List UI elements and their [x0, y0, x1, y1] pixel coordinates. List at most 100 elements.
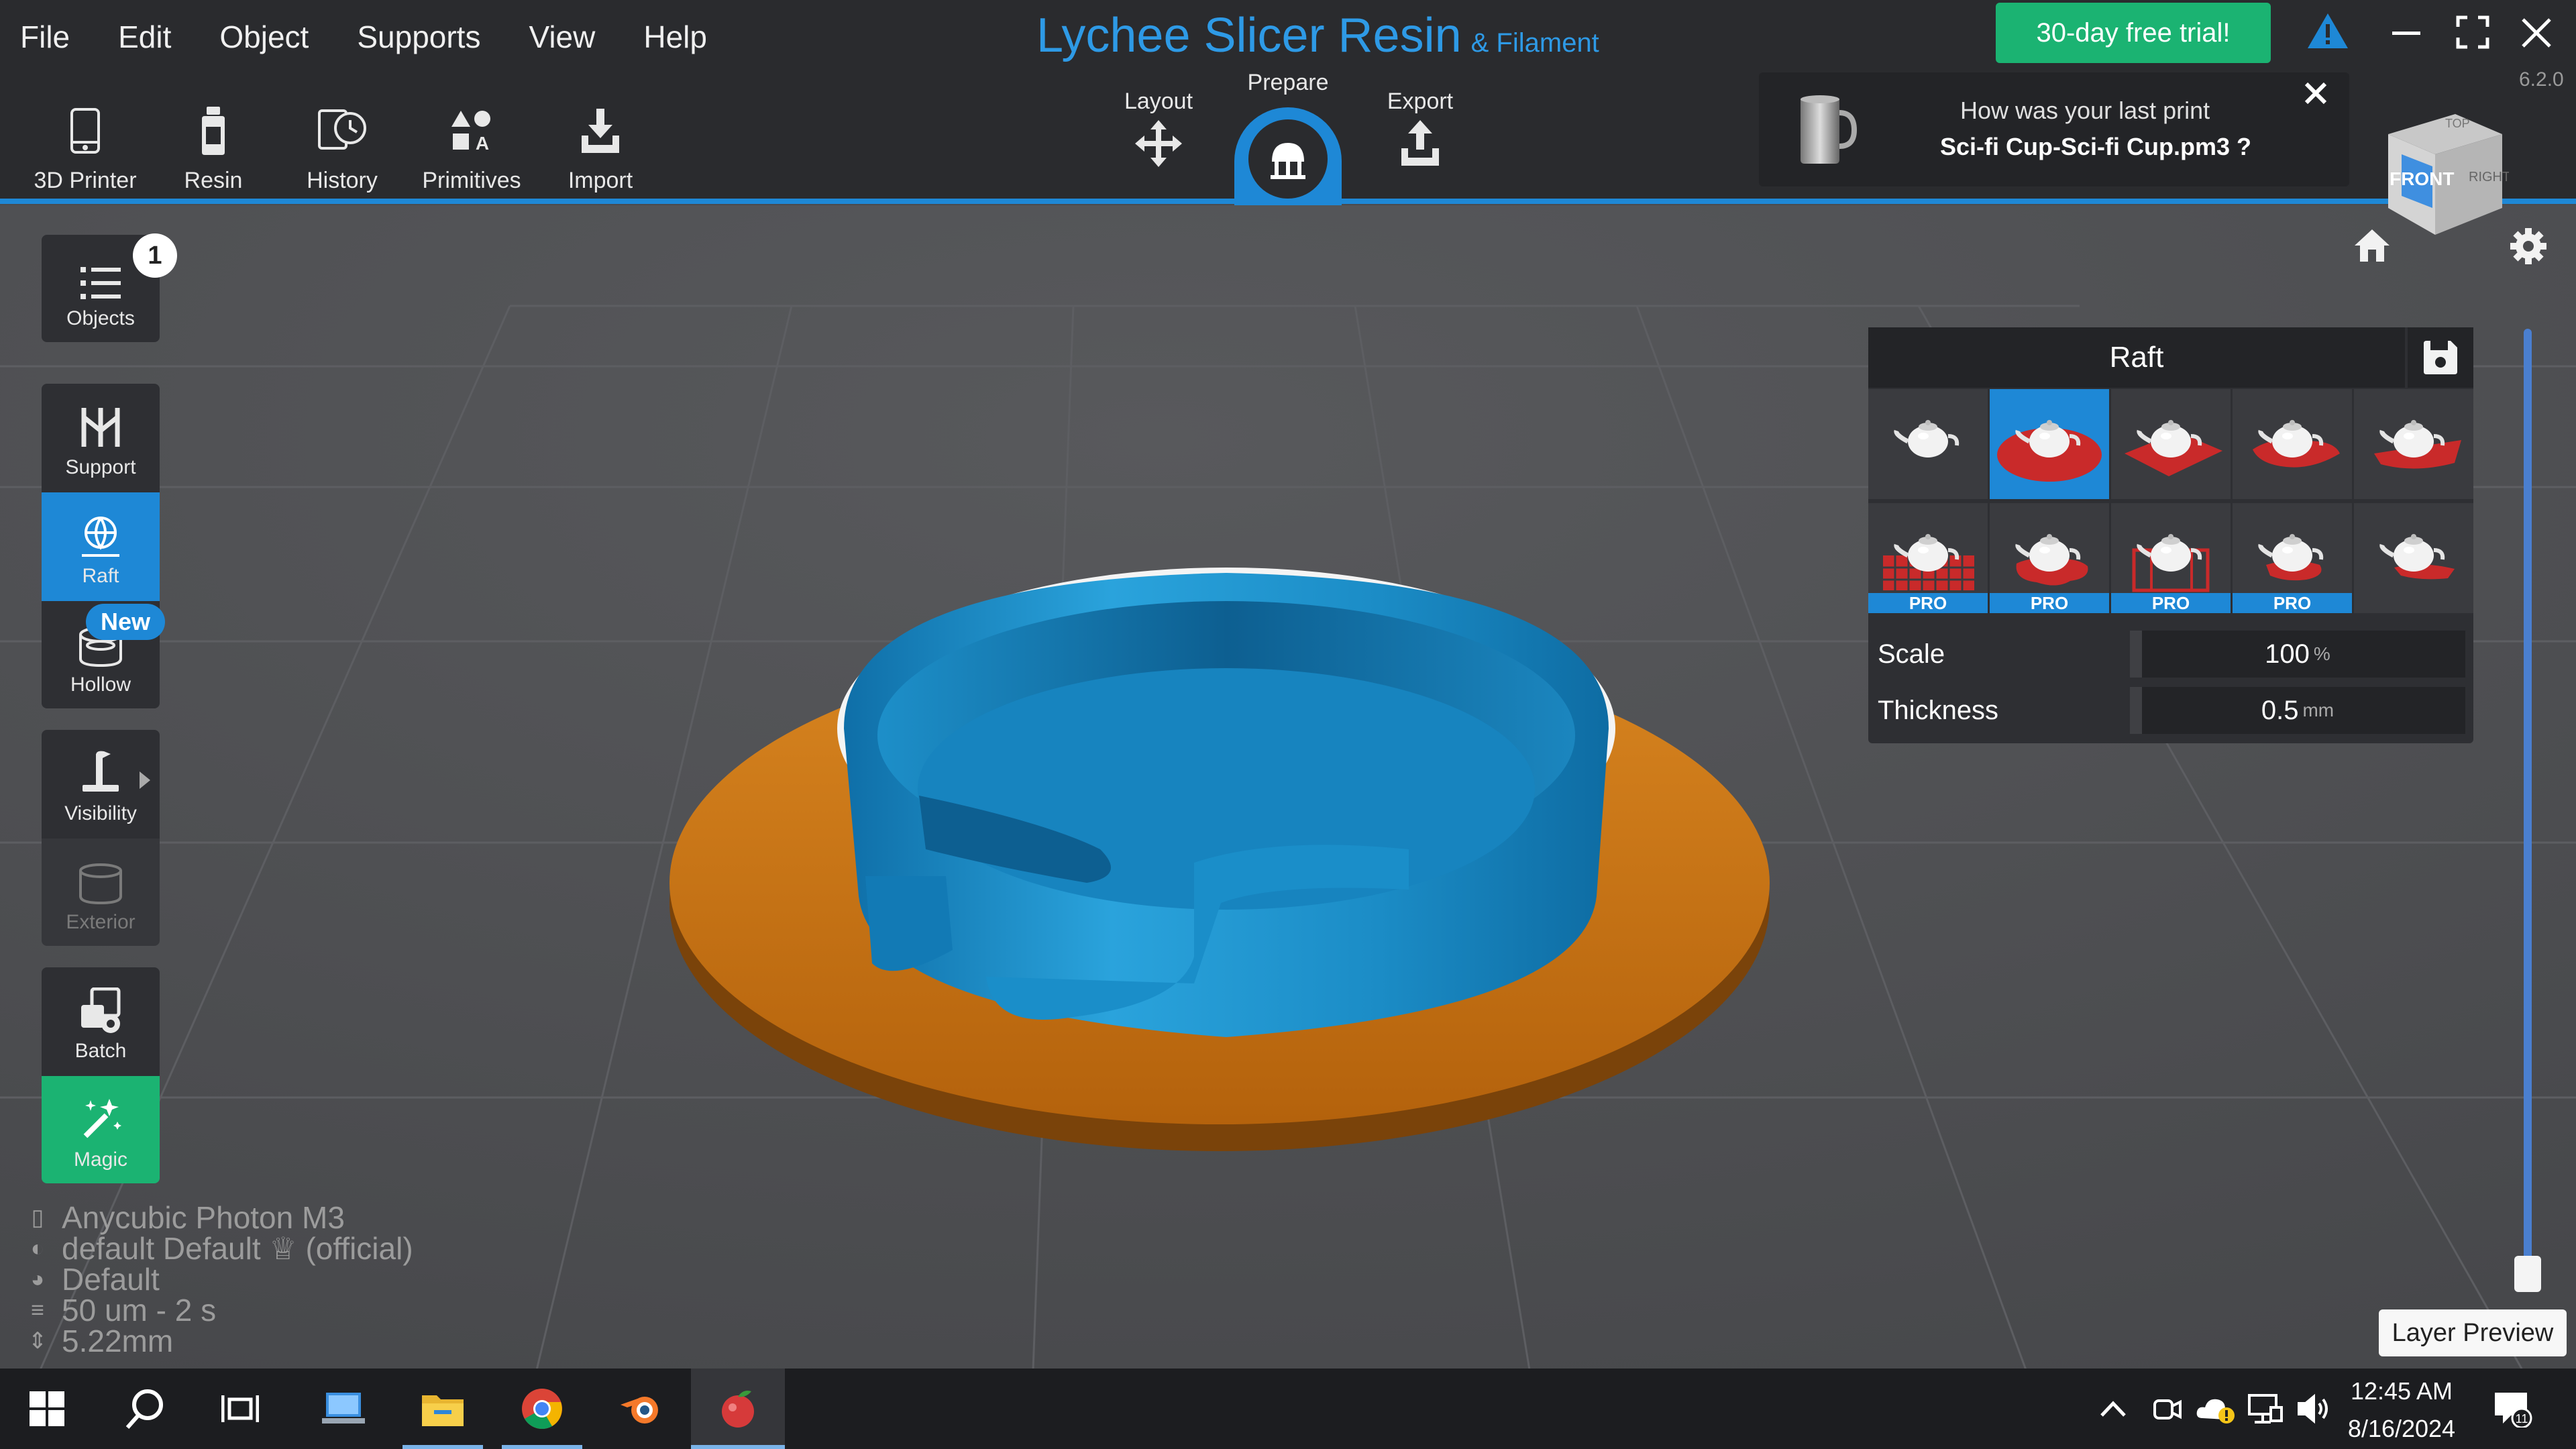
raft-option-raft-none[interactable] — [1868, 389, 1988, 499]
tab-prepare[interactable]: Prepare — [1221, 70, 1355, 96]
move-arrows-icon — [1087, 120, 1230, 170]
resin-bottle-icon — [146, 94, 280, 168]
windows-start-icon[interactable] — [7, 1368, 87, 1449]
layer-slider-track[interactable] — [2524, 329, 2532, 1268]
scale-slider-handle[interactable] — [2130, 631, 2142, 678]
menu-file[interactable]: File — [20, 19, 70, 55]
ring-foot — [865, 876, 953, 971]
cylinder-icon — [42, 839, 160, 906]
magic-button[interactable]: Magic — [42, 1076, 160, 1183]
task-view-icon[interactable] — [200, 1368, 280, 1449]
svg-text:A: A — [476, 133, 489, 152]
pro-badge: PRO — [1990, 593, 2109, 613]
scale-row: Scale 100% — [1868, 627, 2473, 682]
visibility-button[interactable]: Visibility — [42, 730, 160, 839]
batch-button[interactable]: Batch — [42, 967, 160, 1076]
info-printer-row[interactable]: ▯ Anycubic Photon M3 — [25, 1202, 413, 1233]
raft-option-raft-grid-pro[interactable]: PRO — [1868, 503, 1988, 613]
tab-export[interactable]: Export — [1350, 89, 1491, 170]
export-icon — [1350, 120, 1491, 170]
file-explorer-icon[interactable] — [402, 1368, 483, 1449]
info-resin-row[interactable]: ◐ default Default ♕ (official) — [25, 1233, 413, 1264]
warning-icon[interactable] — [2306, 12, 2349, 58]
raft-option-raft-tight-pro[interactable]: PRO — [2233, 503, 2352, 613]
notification-center-icon[interactable]: 11 — [2475, 1368, 2549, 1449]
support-icon — [42, 384, 160, 451]
toolbar-primitives-button[interactable]: A Primitives — [405, 94, 539, 194]
minimize-icon[interactable] — [2390, 15, 2423, 58]
home-view-icon[interactable] — [2353, 228, 2391, 266]
import-icon — [533, 94, 667, 168]
scale-input[interactable]: 100% — [2130, 631, 2465, 678]
raft-option-raft-circle[interactable] — [1990, 389, 2109, 499]
free-trial-button[interactable]: 30-day free trial! — [1996, 3, 2271, 63]
maximize-icon[interactable] — [2455, 15, 2490, 58]
raft-option-raft-skate[interactable] — [2354, 389, 2473, 499]
thickness-input[interactable]: 0.5 mm — [2130, 687, 2465, 734]
menu-object[interactable]: Object — [219, 19, 309, 55]
toolbar-resin-button[interactable]: Resin — [146, 94, 280, 194]
settings-gear-icon[interactable] — [2509, 227, 2548, 269]
tab-layout[interactable]: Layout — [1087, 89, 1230, 170]
layers-icon: ≡ — [31, 1297, 44, 1323]
height-icon: ⇕ — [28, 1328, 48, 1354]
exterior-label: Exterior — [66, 911, 136, 933]
magic-label: Magic — [73, 1148, 128, 1171]
toolbar-history-button[interactable]: History — [275, 94, 409, 194]
printer-name: Anycubic Photon M3 — [62, 1200, 345, 1235]
info-height-row: ⇕ 5.22mm — [25, 1326, 413, 1356]
desktop-app-icon[interactable] — [303, 1368, 384, 1449]
app-title: Lychee Slicer Resin & Filament — [1036, 8, 1599, 63]
batch-label: Batch — [74, 1040, 127, 1062]
close-notification-icon[interactable] — [2302, 75, 2329, 115]
raft-option-raft-blob-pro[interactable]: PRO — [1990, 503, 2109, 613]
batch-icon — [42, 967, 160, 1034]
chrome-active-indicator — [502, 1445, 582, 1449]
raft-icon — [42, 492, 160, 559]
raft-button[interactable]: Raft — [42, 492, 160, 601]
support-button[interactable]: Support — [42, 384, 160, 492]
thickness-slider-handle[interactable] — [2130, 687, 2142, 734]
tab-export-label: Export — [1387, 89, 1454, 114]
search-icon[interactable] — [105, 1368, 185, 1449]
toolbar-3d-printer-button[interactable]: 3D Printer — [18, 94, 152, 194]
lychee-active-indicator — [691, 1445, 785, 1449]
pro-badge: PRO — [1868, 593, 1988, 613]
layer-preview-button[interactable]: Layer Preview — [2379, 1309, 2567, 1356]
printer-small-icon: ▯ — [31, 1205, 44, 1230]
view-cube[interactable]: TOP FRONT RIGHT — [2375, 107, 2510, 241]
support-label: Support — [65, 456, 136, 478]
history-icon — [275, 94, 409, 168]
lychee-slicer-taskbar-icon[interactable] — [691, 1368, 785, 1449]
save-raft-preset-button[interactable] — [2408, 327, 2473, 388]
prepare-support-icon[interactable] — [1244, 115, 1332, 203]
menu-help[interactable]: Help — [643, 19, 707, 55]
thickness-row: Thickness 0.5 mm — [1868, 683, 2473, 738]
exterior-button: Exterior — [42, 839, 160, 946]
raft-type-grid: PRO PRO PRO PRO — [1868, 389, 2473, 614]
raft-option-raft-outline[interactable] — [2233, 389, 2352, 499]
toolbar-label: 3D Printer — [34, 168, 137, 193]
close-window-icon[interactable] — [2520, 15, 2553, 58]
raft-option-raft-cage-pro[interactable]: PRO — [2111, 503, 2231, 613]
expand-arrow-icon[interactable] — [138, 770, 152, 794]
blender-icon[interactable] — [601, 1368, 682, 1449]
raft-option-raft-square[interactable] — [2111, 389, 2231, 499]
toolbar-import-button[interactable]: Import — [533, 94, 667, 194]
last-print-notification[interactable]: How was your last print Sci-fi Cup-Sci-f… — [1759, 72, 2349, 186]
system-clock[interactable]: 12:45 AM 8/16/2024 — [2334, 1373, 2469, 1448]
cup-thumbnail-icon — [1792, 93, 1858, 170]
menu-edit[interactable]: Edit — [118, 19, 171, 55]
menu-view[interactable]: View — [529, 19, 595, 55]
raft-label: Raft — [82, 565, 119, 587]
raft-option-raft-minimal[interactable] — [2354, 503, 2473, 613]
chrome-icon[interactable] — [502, 1368, 582, 1449]
menu-supports[interactable]: Supports — [357, 19, 480, 55]
resin-name: default Default ♕ (official) — [62, 1231, 413, 1266]
info-profile-row[interactable]: ◕ Default — [25, 1264, 413, 1295]
notification-count: 11 — [2516, 1412, 2528, 1426]
layer-slider-thumb[interactable] — [2514, 1256, 2541, 1292]
new-feature-badge: New — [86, 604, 165, 640]
layer-settings: 50 um - 2 s — [62, 1293, 217, 1328]
teapot-preview-icon — [2374, 420, 2461, 469]
